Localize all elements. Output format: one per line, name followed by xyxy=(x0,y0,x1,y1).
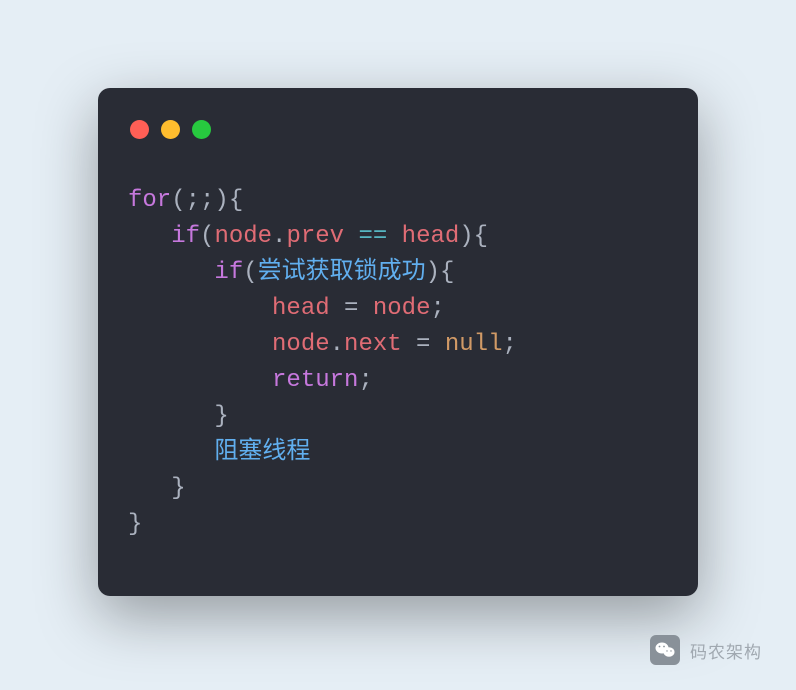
identifier: node xyxy=(214,223,272,250)
wechat-icon xyxy=(650,635,680,665)
punct: ( xyxy=(243,259,257,286)
indent xyxy=(128,223,171,250)
keyword-if: if xyxy=(171,223,200,250)
indent xyxy=(128,475,171,502)
operator: = xyxy=(402,331,445,358)
operator: = xyxy=(330,295,373,322)
punct: } xyxy=(128,511,142,538)
indent xyxy=(128,259,214,286)
code-window: for(;;){ if(node.prev == head){ if(尝试获取锁… xyxy=(98,88,698,596)
indent xyxy=(128,439,214,466)
comment-text: 阻塞线程 xyxy=(214,439,310,466)
null-literal: null xyxy=(445,331,503,358)
code-block: for(;;){ if(node.prev == head){ if(尝试获取锁… xyxy=(128,183,668,543)
punct: ; xyxy=(502,331,516,358)
punct: ( xyxy=(200,223,214,250)
indent xyxy=(128,367,272,394)
indent xyxy=(128,331,272,358)
identifier: head xyxy=(402,223,460,250)
keyword-for: for xyxy=(128,187,171,214)
punct: } xyxy=(171,475,185,502)
property: next xyxy=(344,331,402,358)
minimize-icon xyxy=(161,120,180,139)
identifier: head xyxy=(272,295,330,322)
traffic-lights xyxy=(128,120,668,139)
punct: } xyxy=(214,403,228,430)
indent xyxy=(128,295,272,322)
identifier: node xyxy=(373,295,431,322)
punct: ; xyxy=(358,367,372,394)
punct: (;;){ xyxy=(171,187,243,214)
comment-text: 尝试获取锁成功 xyxy=(258,259,426,286)
keyword-if: if xyxy=(214,259,243,286)
punct: ){ xyxy=(459,223,488,250)
close-icon xyxy=(130,120,149,139)
property: prev xyxy=(286,223,344,250)
operator: == xyxy=(344,223,402,250)
maximize-icon xyxy=(192,120,211,139)
indent xyxy=(128,403,214,430)
watermark: 码农架构 xyxy=(650,635,762,665)
punct: ){ xyxy=(426,259,455,286)
punct: . xyxy=(272,223,286,250)
punct: . xyxy=(330,331,344,358)
identifier: node xyxy=(272,331,330,358)
punct: ; xyxy=(430,295,444,322)
watermark-text: 码农架构 xyxy=(690,638,762,663)
keyword-return: return xyxy=(272,367,358,394)
